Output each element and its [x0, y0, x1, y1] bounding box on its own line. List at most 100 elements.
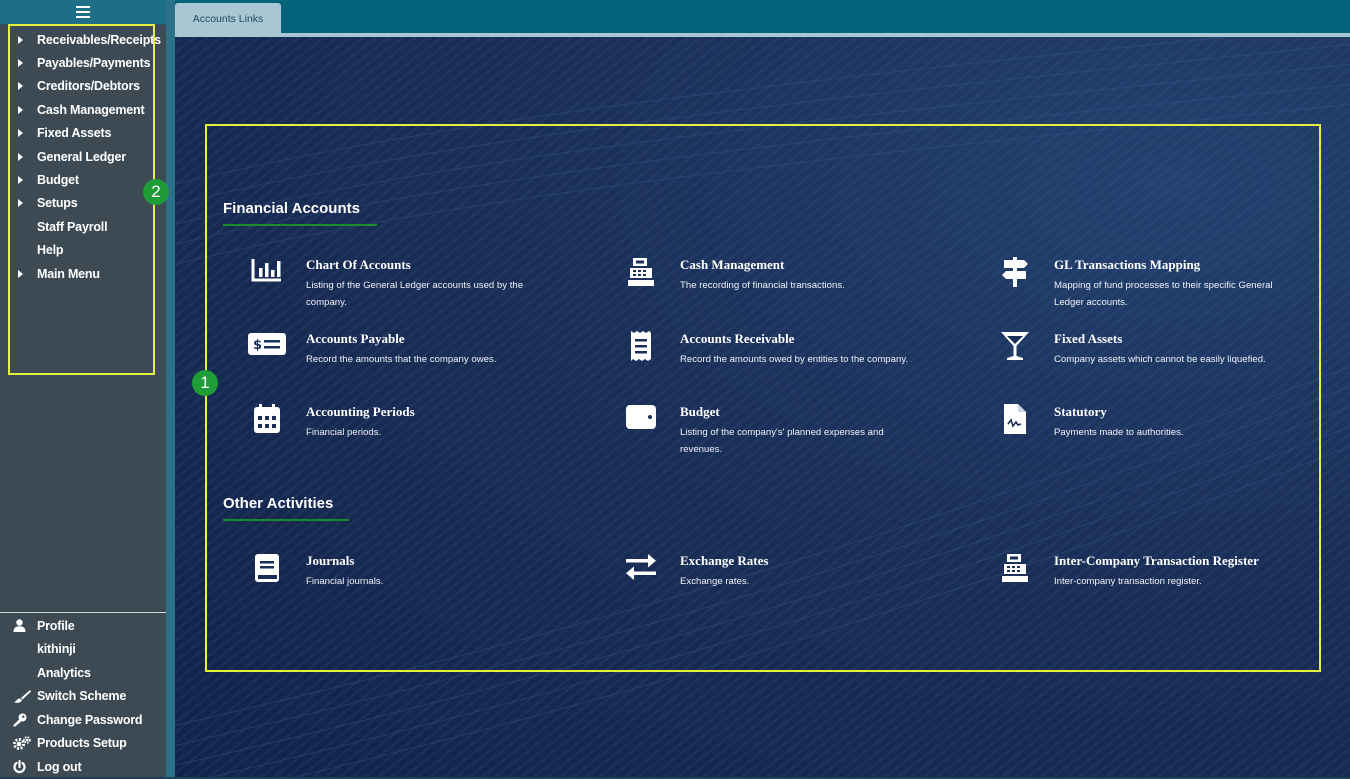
money-check-icon: $: [248, 333, 286, 355]
card-title: Journals: [306, 553, 355, 568]
sidebar-item-log-out[interactable]: Log out: [13, 755, 142, 779]
sidebar-nav: Receivables/Receipts Payables/Payments C…: [13, 28, 161, 285]
cash-register-icon: [628, 258, 654, 286]
card-title: Budget: [680, 404, 720, 419]
caret-right-icon: [13, 197, 37, 209]
sidebar-item-change-password[interactable]: Change Password: [13, 708, 143, 732]
sidebar-item-fixed-assets[interactable]: Fixed Assets: [13, 122, 161, 145]
profile-label: Profile: [37, 618, 75, 633]
hamburger-menu-button[interactable]: [0, 0, 166, 25]
card-title: Fixed Assets: [1054, 331, 1123, 346]
sidebar-item-products-setup[interactable]: Products Setup: [13, 732, 142, 756]
card-description: Record the amounts owed by entities to t…: [680, 354, 909, 365]
sidebar-item-general-ledger[interactable]: General Ledger: [13, 145, 161, 168]
tab-accounts-links[interactable]: Accounts Links: [175, 3, 281, 34]
products-setup-label: Products Setup: [37, 736, 127, 751]
caret-right-icon: [13, 174, 37, 186]
book-icon: [255, 554, 279, 582]
change-password-label: Change Password: [37, 712, 143, 727]
sidebar-item-label: Payables/Payments: [37, 56, 151, 71]
card-title: Inter-Company Transaction Register: [1054, 553, 1259, 568]
caret-right-icon: [13, 57, 37, 69]
sidebar-item-cash-management[interactable]: Cash Management: [13, 98, 161, 121]
key-icon: [13, 713, 27, 727]
caret-right-icon: [13, 151, 37, 163]
card-title: Accounts Receivable: [680, 331, 795, 346]
wallet-icon: [626, 405, 656, 429]
section-underline: [223, 224, 377, 226]
sidebar-item-switch-scheme[interactable]: Switch Scheme: [13, 685, 142, 709]
sidebar-item-help[interactable]: Help: [13, 239, 161, 262]
section-underline: [223, 519, 349, 521]
annotation-badge-1: 1: [192, 370, 218, 396]
card-title: Accounts Payable: [306, 331, 405, 346]
card-description: The recording of financial transactions.: [680, 280, 845, 291]
sidebar-user-menu: Profile kithinji Analytics Switch Scheme…: [13, 614, 143, 779]
exchange-arrows-icon: [626, 554, 656, 580]
card-description: Financial journals.: [306, 576, 384, 587]
section-title-financial-accounts: Financial Accounts: [223, 200, 360, 217]
card-title: GL Transactions Mapping: [1054, 257, 1201, 272]
sidebar-item-analytics[interactable]: Analytics: [13, 661, 142, 685]
cocktail-glass-icon: [1001, 332, 1029, 360]
caret-right-icon: [13, 104, 37, 116]
sidebar-item-label: Staff Payroll: [37, 219, 108, 234]
caret-right-icon: [13, 268, 37, 280]
card-title: Accounting Periods: [306, 404, 415, 419]
card-description: Mapping of fund processes to their speci…: [1054, 280, 1273, 308]
sidebar-item-label: Creditors/Debtors: [37, 79, 140, 94]
sidebar-resize-handle[interactable]: [166, 0, 175, 777]
card-description: Inter-company transaction register.: [1054, 576, 1202, 587]
divider: [0, 612, 166, 613]
calendar-icon: [254, 404, 280, 433]
card-title: Cash Management: [680, 257, 785, 272]
card-title: Statutory: [1054, 404, 1107, 419]
caret-right-icon: [13, 34, 37, 46]
card-title: Exchange Rates: [680, 553, 769, 568]
caret-right-icon: [13, 127, 37, 139]
paint-brush-icon: [14, 689, 31, 703]
analytics-label: Analytics: [37, 665, 91, 680]
section-title-other-activities: Other Activities: [223, 495, 334, 512]
annotation-badge-2: 2: [143, 179, 169, 205]
sidebar-item-label: Cash Management: [37, 102, 145, 117]
card-title: Chart Of Accounts: [306, 257, 411, 272]
file-signature-icon: [1004, 404, 1026, 434]
card-description: Listing of the company's' planned expens…: [680, 427, 884, 455]
switch-scheme-label: Switch Scheme: [37, 689, 127, 704]
card-description: Exchange rates.: [680, 576, 750, 587]
sidebar-item-staff-payroll[interactable]: Staff Payroll: [13, 215, 161, 238]
sidebar-item-main-menu[interactable]: Main Menu: [13, 262, 161, 285]
sidebar-item-username[interactable]: kithinji: [13, 638, 142, 662]
sidebar-item-label: Help: [37, 243, 64, 258]
card-description: Financial periods.: [306, 427, 382, 438]
sidebar-item-label: Budget: [37, 173, 79, 188]
sidebar-item-setups[interactable]: Setups: [13, 192, 161, 215]
tab-label: Accounts Links: [192, 12, 264, 25]
caret-right-icon: [13, 80, 37, 92]
sidebar-item-creditors-debtors[interactable]: Creditors/Debtors: [13, 75, 161, 98]
user-icon: [13, 619, 26, 633]
sidebar-item-label: Main Menu: [37, 266, 100, 281]
sidebar-item-profile[interactable]: Profile: [13, 614, 142, 638]
sidebar-item-label: Setups: [37, 196, 78, 211]
card-description: Company assets which cannot be easily li…: [1054, 354, 1266, 365]
gears-icon: [13, 736, 31, 751]
cash-register-icon: [1002, 554, 1028, 582]
signpost-icon: [1002, 257, 1028, 287]
sidebar-item-receivables-receipts[interactable]: Receivables/Receipts: [13, 28, 161, 51]
card-description: Listing of the General Ledger accounts u…: [306, 280, 524, 308]
svg-text:$: $: [253, 338, 262, 353]
sidebar: Receivables/Receipts Payables/Payments C…: [0, 0, 166, 777]
sidebar-item-label: Receivables/Receipts: [37, 32, 161, 47]
bar-chart-icon: [251, 259, 281, 282]
card-description: Record the amounts that the company owes…: [306, 354, 497, 365]
sidebar-item-budget[interactable]: Budget: [13, 168, 161, 191]
card-description: Payments made to authorities.: [1054, 427, 1184, 438]
receipt-icon: [631, 331, 651, 361]
sidebar-item-label: General Ledger: [37, 149, 126, 164]
sidebar-item-label: Fixed Assets: [37, 126, 112, 141]
tab-bar: [175, 0, 1350, 36]
sidebar-item-payables-payments[interactable]: Payables/Payments: [13, 51, 161, 74]
hamburger-icon: [76, 6, 90, 18]
